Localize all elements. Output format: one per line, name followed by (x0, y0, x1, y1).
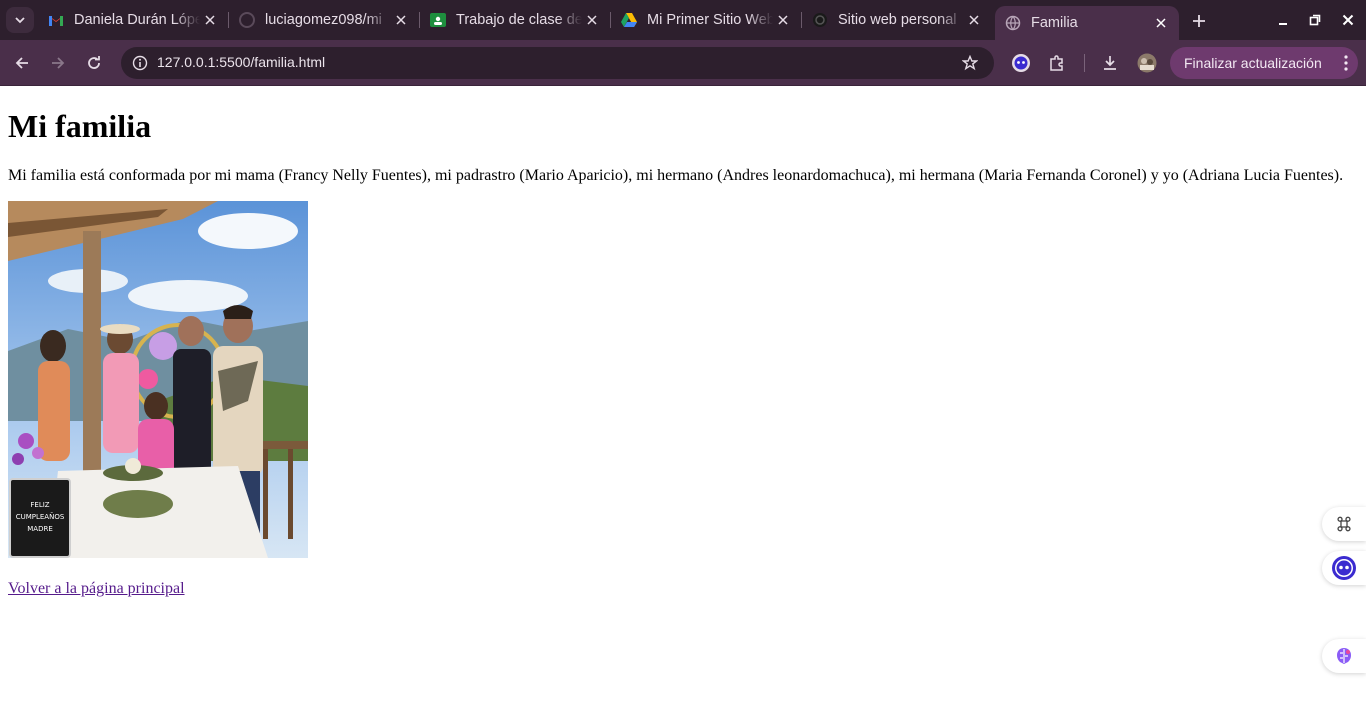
star-icon[interactable] (960, 53, 980, 73)
gmail-icon (48, 12, 64, 28)
url-text: 127.0.0.1:5500/familia.html (157, 54, 326, 70)
sign-line-1: FELIZ (30, 501, 49, 509)
site-info-icon[interactable] (129, 52, 151, 74)
reload-icon (88, 56, 100, 69)
toolbar-divider (1084, 54, 1085, 72)
close-icon[interactable] (391, 10, 411, 30)
close-icon[interactable] (200, 10, 220, 30)
profile-avatar[interactable] (1136, 52, 1158, 74)
new-tab-button[interactable] (1188, 10, 1210, 32)
tab-title: Daniela Durán López (74, 12, 200, 28)
finish-update-label: Finalizar actualización (1184, 55, 1322, 71)
monica-widget-button[interactable] (1322, 551, 1366, 585)
tab-familia[interactable]: Familia (995, 6, 1179, 40)
arrow-left-icon (15, 57, 28, 69)
tab-github[interactable]: luciagomez098/mi (229, 6, 419, 34)
github-icon (239, 12, 255, 28)
back-to-home-link[interactable]: Volver a la página principal (8, 580, 185, 598)
extensions-icon[interactable] (1046, 52, 1068, 74)
arrow-right-icon (52, 57, 65, 69)
command-icon (1337, 516, 1351, 532)
finish-update-button[interactable]: Finalizar actualización (1170, 47, 1358, 79)
shortcut-widget-button[interactable] (1322, 507, 1366, 541)
close-icon[interactable] (964, 10, 984, 30)
family-description: Mi familia está conformada por mi mama (… (8, 167, 1344, 184)
reload-button[interactable] (82, 51, 106, 75)
more-vert-icon (1344, 55, 1348, 71)
tab-gmail[interactable]: Daniela Durán López (38, 6, 228, 34)
back-button[interactable] (10, 51, 34, 75)
monica-extension-icon[interactable] (1010, 52, 1032, 74)
page-title: Mi familia (8, 108, 152, 144)
drive-icon (621, 12, 637, 28)
tab-title: Sitio web personal (838, 12, 957, 28)
download-icon[interactable] (1099, 52, 1121, 74)
minimize-button[interactable] (1272, 10, 1294, 30)
maximize-button[interactable] (1304, 10, 1326, 30)
close-icon[interactable] (773, 10, 793, 30)
close-window-button[interactable] (1337, 10, 1359, 30)
close-icon[interactable] (1151, 13, 1171, 33)
minimize-icon (1279, 23, 1287, 25)
plus-icon (1193, 15, 1205, 27)
forward-button[interactable] (46, 51, 70, 75)
family-photo: FELIZ CUMPLEAÑOS MADRE (8, 201, 308, 558)
tab-classroom[interactable]: Trabajo de clase de (420, 6, 610, 34)
close-icon[interactable] (582, 10, 602, 30)
tab-openai[interactable]: Sitio web personal (802, 6, 992, 34)
brain-widget-button[interactable] (1322, 639, 1366, 673)
chevron-down-icon (15, 17, 25, 24)
address-bar[interactable]: 127.0.0.1:5500/familia.html (121, 47, 994, 79)
tab-search-button[interactable] (6, 7, 34, 33)
classroom-icon (430, 12, 446, 28)
toolbar: 127.0.0.1:5500/familia.html Finalizar ac… (0, 40, 1366, 86)
tab-title: luciagomez098/mi (265, 12, 382, 28)
tab-title: Familia (1031, 15, 1078, 31)
sign-line-2: CUMPLEAÑOS (16, 512, 65, 521)
sign-line-3: MADRE (27, 525, 53, 533)
restore-icon (1309, 14, 1321, 26)
tab-strip: Daniela Durán López luciagomez098/mi Tra… (0, 0, 1366, 40)
close-icon (1342, 14, 1354, 26)
tab-title: Mi Primer Sitio Web (647, 12, 773, 28)
tab-drive[interactable]: Mi Primer Sitio Web (611, 6, 801, 34)
monica-icon (1332, 556, 1356, 580)
brain-icon (1337, 648, 1351, 664)
tab-title: Trabajo de clase de (456, 12, 582, 28)
openai-icon (812, 12, 828, 28)
globe-icon (1005, 15, 1021, 31)
page-content: Mi familia Mi familia está conformada po… (0, 87, 1366, 704)
